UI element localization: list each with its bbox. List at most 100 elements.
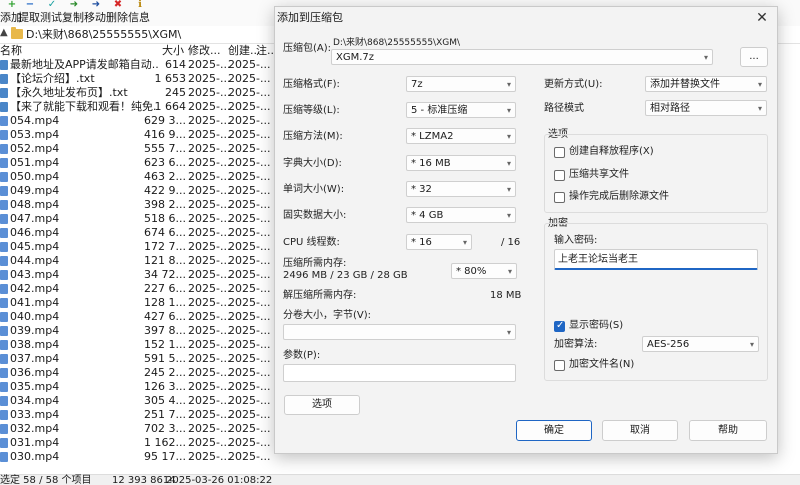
file-name: 042.mp4 (10, 282, 60, 295)
cpu-combo[interactable]: * 16 ▾ (406, 234, 472, 250)
params-input[interactable] (283, 364, 516, 382)
options-button[interactable]: 选项 (284, 395, 360, 415)
file-name: 044.mp4 (10, 254, 60, 267)
file-modified: 2025-... (188, 72, 231, 85)
file-size: 1 664 (154, 100, 187, 113)
file-size: 227 6... (144, 282, 186, 295)
video-file-icon (0, 410, 8, 420)
encrypt-names-checkbox[interactable] (554, 360, 565, 371)
column-size[interactable]: 大小 (162, 44, 184, 58)
file-name: 051.mp4 (10, 156, 60, 169)
toolbar-button-3[interactable]: ➜ 复制 (62, 0, 86, 26)
video-file-icon (0, 382, 8, 392)
video-file-icon (0, 144, 8, 154)
check-icon: ✓ (47, 0, 57, 10)
file-size: 34 72... (144, 268, 186, 281)
chevron-down-icon: ▾ (506, 328, 511, 337)
text-file-icon (0, 102, 8, 112)
shared-checkbox[interactable] (554, 170, 565, 181)
toolbar-button-label: 测试 (40, 11, 62, 24)
archive-name-combo[interactable]: XGM.7z ▾ (331, 49, 713, 65)
file-modified: 2025-... (188, 324, 231, 337)
ok-button[interactable]: 确定 (516, 420, 592, 441)
toolbar-button-4[interactable]: ➜ 移动 (84, 0, 108, 26)
toolbar-button-5[interactable]: ✖ 删除 (106, 0, 130, 26)
file-created: 2025-... (228, 338, 271, 351)
video-file-icon (0, 340, 8, 350)
file-name: 035.mp4 (10, 380, 60, 393)
toolbar-button-6[interactable]: ℹ 信息 (128, 0, 152, 26)
file-modified: 2025-... (188, 450, 231, 463)
cancel-button[interactable]: 取消 (602, 420, 678, 441)
toolbar-button-2[interactable]: ✓ 测试 (40, 0, 64, 26)
file-modified: 2025-... (188, 128, 231, 141)
file-modified: 2025-... (188, 170, 231, 183)
word-combo[interactable]: * 32 ▾ (406, 181, 516, 197)
password-input[interactable]: 上老王论坛当老王 (554, 249, 758, 270)
file-size: 397 8... (144, 324, 186, 337)
file-created: 2025-... (228, 380, 271, 393)
archive-name-value: XGM.7z (336, 52, 375, 63)
sfx-checkbox[interactable] (554, 147, 565, 158)
dict-value: * 16 MB (411, 158, 451, 169)
mem-percent-combo[interactable]: * 80% ▾ (451, 263, 517, 279)
video-file-icon (0, 452, 8, 462)
file-modified: 2025-... (188, 156, 231, 169)
file-size: 422 9... (144, 184, 186, 197)
toolbar-button-1[interactable]: − 提取 (18, 0, 42, 26)
solid-combo[interactable]: * 4 GB ▾ (406, 207, 516, 223)
file-name: 041.mp4 (10, 296, 60, 309)
mem-percent-value: * 80% (456, 266, 487, 277)
file-size: 629 3... (144, 114, 186, 127)
solid-label: 固实数据大小: (283, 210, 347, 221)
up-arrow-icon[interactable]: ▲ (0, 27, 8, 38)
file-created: 2025-... (228, 198, 271, 211)
method-combo[interactable]: * LZMA2 ▾ (406, 128, 516, 144)
file-modified: 2025-... (188, 58, 231, 71)
dict-combo[interactable]: * 16 MB ▾ (406, 155, 516, 171)
show-password-checkbox[interactable] (554, 320, 565, 332)
file-name: 054.mp4 (10, 114, 60, 127)
method-value: * LZMA2 (411, 131, 454, 142)
chevron-down-icon: ▾ (757, 80, 762, 89)
arrow-right-icon: ➜ (69, 0, 79, 10)
level-combo[interactable]: 5 - 标准压缩 ▾ (406, 102, 516, 118)
column-modified[interactable]: 修改... (188, 44, 221, 58)
format-combo[interactable]: 7z ▾ (406, 76, 516, 92)
file-modified: 2025-... (188, 394, 231, 407)
file-created: 2025-... (228, 422, 271, 435)
file-modified: 2025-... (188, 142, 231, 155)
plus-icon: + (7, 0, 17, 10)
file-created: 2025-... (228, 170, 271, 183)
file-name: 043.mp4 (10, 268, 60, 281)
enc-method-combo[interactable]: AES-256 ▾ (642, 336, 759, 352)
browse-button[interactable]: ... (740, 47, 768, 67)
file-name: 047.mp4 (10, 212, 60, 225)
video-file-icon (0, 354, 8, 364)
delete-source-checkbox[interactable] (554, 192, 565, 203)
file-name: 【永久地址发布页】.txt (10, 86, 128, 99)
help-button[interactable]: 帮助 (689, 420, 767, 441)
status-selection: 选定 58 / 58 个项目 (0, 475, 92, 485)
format-label: 压缩格式(F): (283, 79, 340, 90)
update-combo[interactable]: 添加并替换文件 ▾ (645, 76, 767, 92)
split-label: 分卷大小，字节(V): (283, 310, 372, 321)
decomp-label: 解压缩所需内存: (283, 290, 357, 301)
archive-dir: D:\来财\868\25555555\XGM\ (333, 38, 461, 48)
pathmode-combo[interactable]: 相对路径 ▾ (645, 100, 767, 116)
video-file-icon (0, 172, 8, 182)
file-created: 2025-... (228, 352, 271, 365)
video-file-icon (0, 298, 8, 308)
video-file-icon (0, 438, 8, 448)
toolbar-button-label: 移动 (84, 11, 106, 24)
chevron-down-icon: ▾ (703, 53, 708, 62)
column-name[interactable]: 名称 (0, 44, 22, 58)
file-size: 518 6... (144, 212, 186, 225)
video-file-icon (0, 158, 8, 168)
file-created: 2025-... (228, 114, 271, 127)
file-created: 2025-... (228, 310, 271, 323)
close-icon[interactable]: ✕ (753, 9, 771, 27)
text-file-icon (0, 88, 8, 98)
split-combo[interactable]: ▾ (283, 324, 516, 340)
file-size: 305 4... (144, 394, 186, 407)
